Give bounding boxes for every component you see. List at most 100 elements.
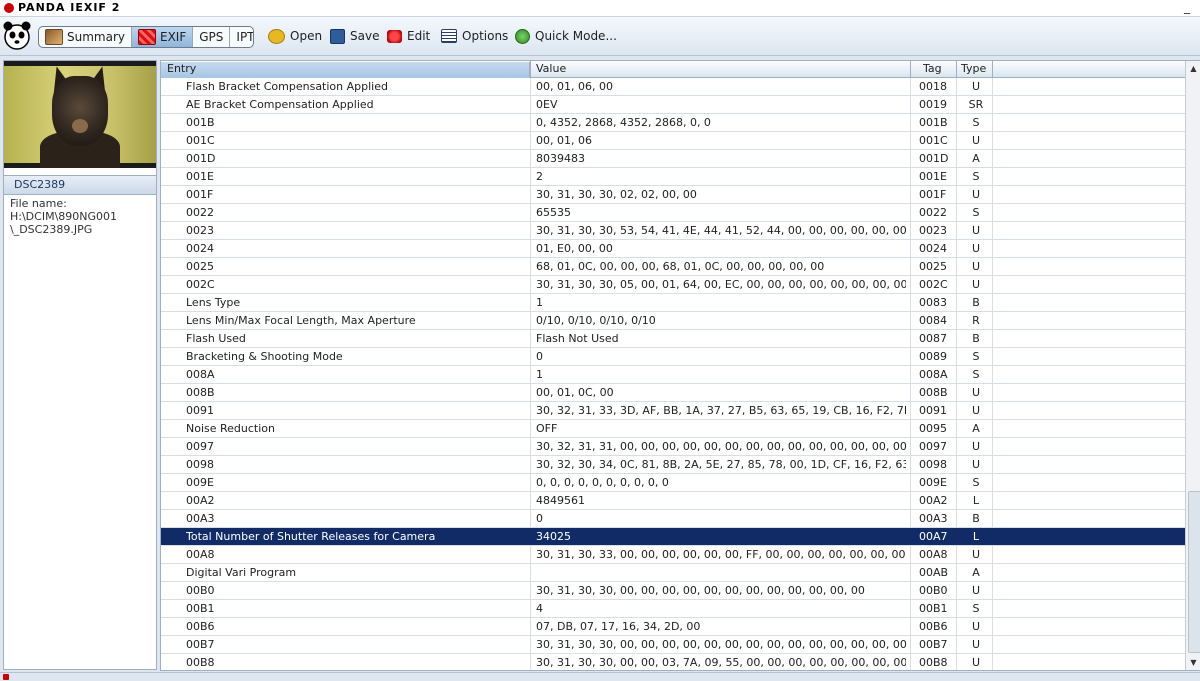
column-header-entry[interactable]: Entry <box>167 62 196 75</box>
cell-entry: 0025 <box>186 260 214 273</box>
cell-entry: 002C <box>186 278 215 291</box>
cell-entry: 00B8 <box>186 656 215 669</box>
table-row[interactable]: Flash Used Flash Not Used 0087 B <box>161 330 1186 348</box>
cell-type: U <box>971 386 981 399</box>
column-header-tag[interactable]: Tag <box>923 62 942 75</box>
scroll-down-icon[interactable]: ▼ <box>1188 657 1199 668</box>
table-row[interactable]: Noise Reduction OFF 0095 A <box>161 420 1186 438</box>
exif-table: Entry Value Tag Type Flash Bracket Compe… <box>160 60 1200 671</box>
table-row[interactable]: 001C 00, 01, 06 001C U <box>161 132 1186 150</box>
cell-value: 00, 01, 06 <box>536 134 592 147</box>
cell-type: U <box>971 404 981 417</box>
options-label: Options <box>462 29 509 43</box>
tab-iptc-label: IPTC <box>236 30 254 44</box>
cell-value: 65535 <box>536 206 571 219</box>
edit-button[interactable]: Edit <box>387 27 430 45</box>
cell-tag: 0024 <box>919 242 947 255</box>
column-header-type[interactable]: Type <box>961 62 986 75</box>
table-row[interactable]: 0023 30, 31, 30, 30, 53, 54, 41, 4E, 44, … <box>161 222 1186 240</box>
cell-entry: Noise Reduction <box>186 422 275 435</box>
cell-value: 2 <box>536 170 543 183</box>
cell-entry: 00A2 <box>186 494 215 507</box>
minimize-button[interactable]: _ <box>1184 0 1190 14</box>
table-row[interactable]: 00B8 30, 31, 30, 30, 00, 00, 03, 7A, 09, … <box>161 654 1186 670</box>
table-row[interactable]: 001B 0, 4352, 2868, 4352, 2868, 0, 0 001B S <box>161 114 1186 132</box>
table-row[interactable]: 00B7 30, 31, 30, 30, 00, 00, 00, 00, 00, … <box>161 636 1186 654</box>
table-row[interactable]: Total Number of Shutter Releases for Cam… <box>161 528 1186 546</box>
cell-entry: 009E <box>186 476 214 489</box>
quick-mode-button[interactable]: Quick Mode... <box>515 27 617 45</box>
cell-entry: 0022 <box>186 206 214 219</box>
table-row[interactable]: 0097 30, 32, 31, 31, 00, 00, 00, 00, 00, … <box>161 438 1186 456</box>
file-info: File name: H:\DCIM\890NG001 \_DSC2389.JP… <box>10 197 154 236</box>
table-row[interactable]: 0022 65535 0022 S <box>161 204 1186 222</box>
cell-tag: 0087 <box>919 332 947 345</box>
table-row[interactable]: 008B 00, 01, 0C, 00 008B U <box>161 384 1186 402</box>
cell-type: U <box>971 80 981 93</box>
table-row[interactable]: 00B6 07, DB, 07, 17, 16, 34, 2D, 00 00B6 U <box>161 618 1186 636</box>
cell-type: A <box>972 152 980 165</box>
options-button[interactable]: Options <box>441 27 508 45</box>
table-row[interactable]: 002C 30, 31, 30, 30, 05, 00, 01, 64, 00, … <box>161 276 1186 294</box>
table-row[interactable]: Lens Min/Max Focal Length, Max Aperture 0… <box>161 312 1186 330</box>
save-button[interactable]: Save <box>330 27 379 45</box>
table-row[interactable]: 00B1 4 00B1 S <box>161 600 1186 618</box>
table-row[interactable]: 00A3 0 00A3 B <box>161 510 1186 528</box>
toolbar: Summary EXIF GPS IPTC Open Save Edit Opt… <box>0 17 1200 56</box>
cell-value: 0 <box>536 512 543 525</box>
table-row[interactable]: 00A2 4849561 00A2 L <box>161 492 1186 510</box>
tab-summary[interactable]: Summary <box>39 27 132 47</box>
tab-gps[interactable]: GPS <box>193 27 231 47</box>
table-row[interactable]: Lens Type 1 0083 B <box>161 294 1186 312</box>
cell-tag: 0097 <box>919 440 947 453</box>
cell-tag: 00B8 <box>919 656 948 669</box>
cell-tag: 001F <box>919 188 947 201</box>
cell-value: 8039483 <box>536 152 585 165</box>
tab-exif[interactable]: EXIF <box>132 27 194 47</box>
cell-value: 30, 31, 30, 30, 02, 02, 00, 00 <box>536 188 697 201</box>
cell-entry: 00B1 <box>186 602 215 615</box>
table-row[interactable]: Digital Vari Program 00AB A <box>161 564 1186 582</box>
cell-tag: 008B <box>919 386 948 399</box>
table-row[interactable]: 009E 0, 0, 0, 0, 0, 0, 0, 0, 0, 0 009E S <box>161 474 1186 492</box>
image-thumbnail[interactable] <box>4 61 156 168</box>
scroll-up-icon[interactable]: ▲ <box>1188 63 1199 74</box>
table-row[interactable]: 0025 68, 01, 0C, 00, 00, 00, 68, 01, 0C, … <box>161 258 1186 276</box>
cell-type: U <box>971 134 981 147</box>
table-row[interactable]: Flash Bracket Compensation Applied 00, 01… <box>161 78 1186 96</box>
vertical-scrollbar[interactable]: ▲ ▼ <box>1185 61 1200 670</box>
table-header: Entry Value Tag Type <box>161 61 1186 78</box>
cell-tag: 001C <box>919 134 948 147</box>
cell-entry: Lens Type <box>186 296 241 309</box>
cell-value: 30, 31, 30, 30, 00, 00, 00, 00, 00, 00, … <box>536 584 865 597</box>
column-header-value[interactable]: Value <box>536 62 566 75</box>
cell-type: L <box>972 494 980 507</box>
scrollbar-thumb[interactable] <box>1188 491 1200 653</box>
table-row[interactable]: 001D 8039483 001D A <box>161 150 1186 168</box>
table-row[interactable]: Bracketing & Shooting Mode 0 0089 S <box>161 348 1186 366</box>
cell-tag: 001B <box>919 116 948 129</box>
table-row[interactable]: AE Bracket Compensation Applied 0EV 0019 SR <box>161 96 1186 114</box>
cell-entry: 0097 <box>186 440 214 453</box>
table-row[interactable]: 0098 30, 32, 30, 34, 0C, 81, 8B, 2A, 5E, … <box>161 456 1186 474</box>
app-title: PANDA IEXIF 2 <box>18 1 121 14</box>
table-row[interactable]: 001F 30, 31, 30, 30, 02, 02, 00, 00 001F U <box>161 186 1186 204</box>
cell-type: U <box>971 224 981 237</box>
table-row[interactable]: 00A8 30, 31, 30, 33, 00, 00, 00, 00, 00, … <box>161 546 1186 564</box>
cell-value: 30, 31, 30, 30, 05, 00, 01, 64, 00, EC, … <box>536 278 906 291</box>
table-row[interactable]: 0024 01, E0, 00, 00 0024 U <box>161 240 1186 258</box>
table-row[interactable]: 008A 1 008A S <box>161 366 1186 384</box>
cell-tag: 0023 <box>919 224 947 237</box>
open-button[interactable]: Open <box>268 27 322 45</box>
cell-value: 01, E0, 00, 00 <box>536 242 613 255</box>
table-row[interactable]: 001E 2 001E S <box>161 168 1186 186</box>
cell-entry: 001C <box>186 134 215 147</box>
cell-value: 30, 31, 30, 30, 00, 00, 03, 7A, 09, 55, … <box>536 656 906 669</box>
quick-mode-label: Quick Mode... <box>535 29 617 43</box>
tab-iptc[interactable]: IPTC <box>230 27 254 47</box>
cell-entry: 001D <box>186 152 216 165</box>
table-row[interactable]: 0091 30, 32, 31, 33, 3D, AF, BB, 1A, 37, … <box>161 402 1186 420</box>
save-icon <box>330 28 345 44</box>
table-row[interactable]: 00B0 30, 31, 30, 30, 00, 00, 00, 00, 00, … <box>161 582 1186 600</box>
cell-value: 0/10, 0/10, 0/10, 0/10 <box>536 314 656 327</box>
